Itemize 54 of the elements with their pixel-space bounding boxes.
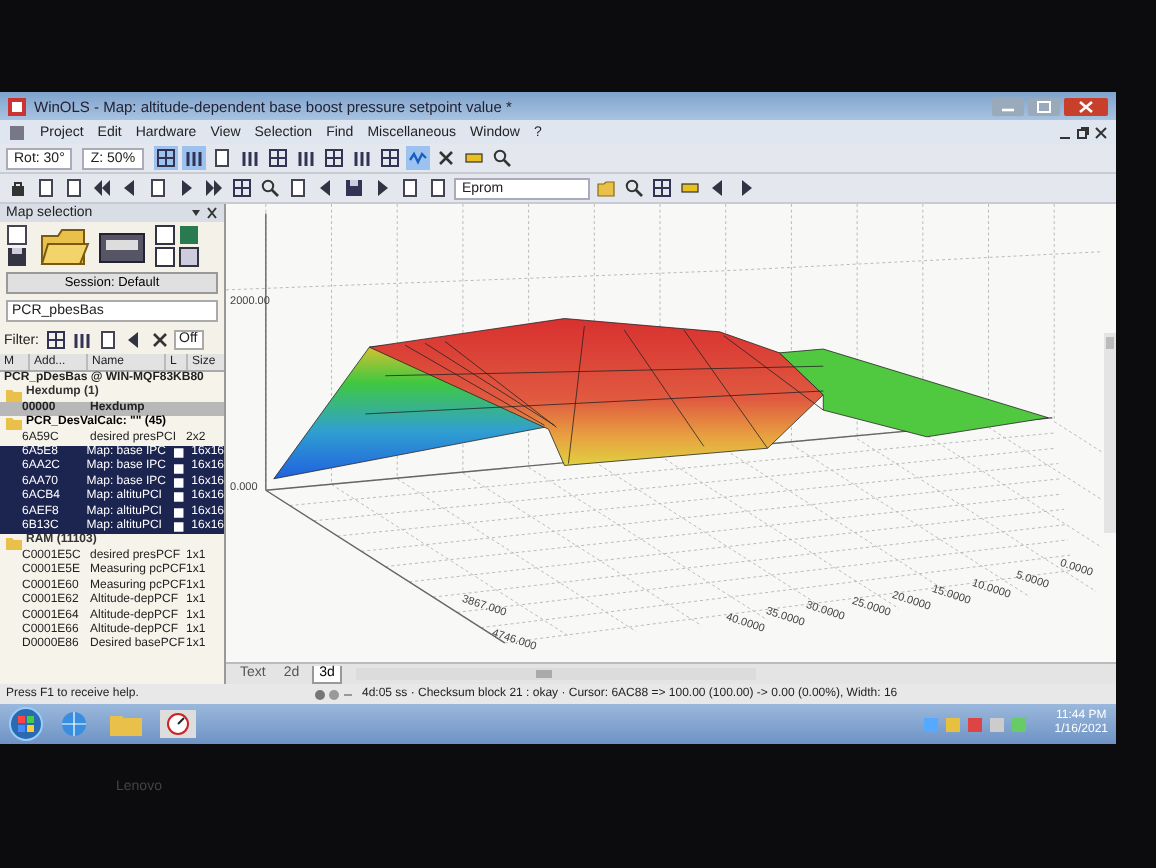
square-icon [173,463,184,474]
double-left-arrow-icon[interactable] [92,178,112,198]
double-right-arrow-icon[interactable] [204,178,224,198]
right-arrow-icon[interactable] [372,178,392,198]
open-folder-icon[interactable] [38,224,90,268]
page-icon[interactable] [211,148,232,168]
bar-icon[interactable] [463,148,484,168]
square-icon [173,478,184,489]
cross-icon[interactable] [435,148,456,168]
right-arrow-icon[interactable] [736,178,756,198]
bars-icon[interactable] [71,330,91,350]
search-icon[interactable] [260,178,280,198]
app-icon [8,97,26,115]
cross-icon[interactable] [149,330,169,350]
bar-icon[interactable] [680,178,700,198]
page-icon[interactable] [148,178,168,198]
search-icon[interactable] [624,178,644,198]
right-arrow-icon[interactable] [176,178,196,198]
app-menu-icon[interactable] [8,123,26,141]
square-icon [173,522,184,533]
page-icon[interactable] [97,330,117,350]
left-arrow-icon[interactable] [120,178,140,198]
square-icon [173,492,184,503]
close-icon[interactable] [1064,97,1108,115]
wave-icon[interactable] [407,148,428,168]
gauge-icon[interactable] [156,708,200,740]
square-icon [173,448,184,459]
left-arrow-icon[interactable] [123,330,143,350]
square-icon [173,507,184,518]
grid-icon[interactable] [323,148,344,168]
start-icon[interactable] [8,706,44,742]
bars-icon[interactable] [351,148,372,168]
horizontal-scrollbar[interactable] [356,668,757,680]
pin-close-icon[interactable] [190,206,218,220]
grid-icon[interactable] [45,330,65,350]
search-icon[interactable] [491,148,512,168]
restore-icon[interactable] [1076,125,1090,139]
close-icon[interactable] [1094,125,1108,139]
tool-icons[interactable] [154,224,202,268]
new-save-icons[interactable] [6,224,30,268]
grid-icon[interactable] [232,178,252,198]
left-arrow-icon[interactable] [708,178,728,198]
save-icon[interactable] [344,178,364,198]
bars-icon[interactable] [295,148,316,168]
page-icon[interactable] [288,178,308,198]
status-icons [314,687,354,701]
lock-icon[interactable] [8,178,28,198]
left-arrow-icon[interactable] [316,178,336,198]
grid-icon[interactable] [652,178,672,198]
grid-icon[interactable] [155,148,176,168]
grid-icon[interactable] [379,148,400,168]
grid-icon[interactable] [267,148,288,168]
bars-icon[interactable] [239,148,260,168]
bars-icon[interactable] [183,148,204,168]
